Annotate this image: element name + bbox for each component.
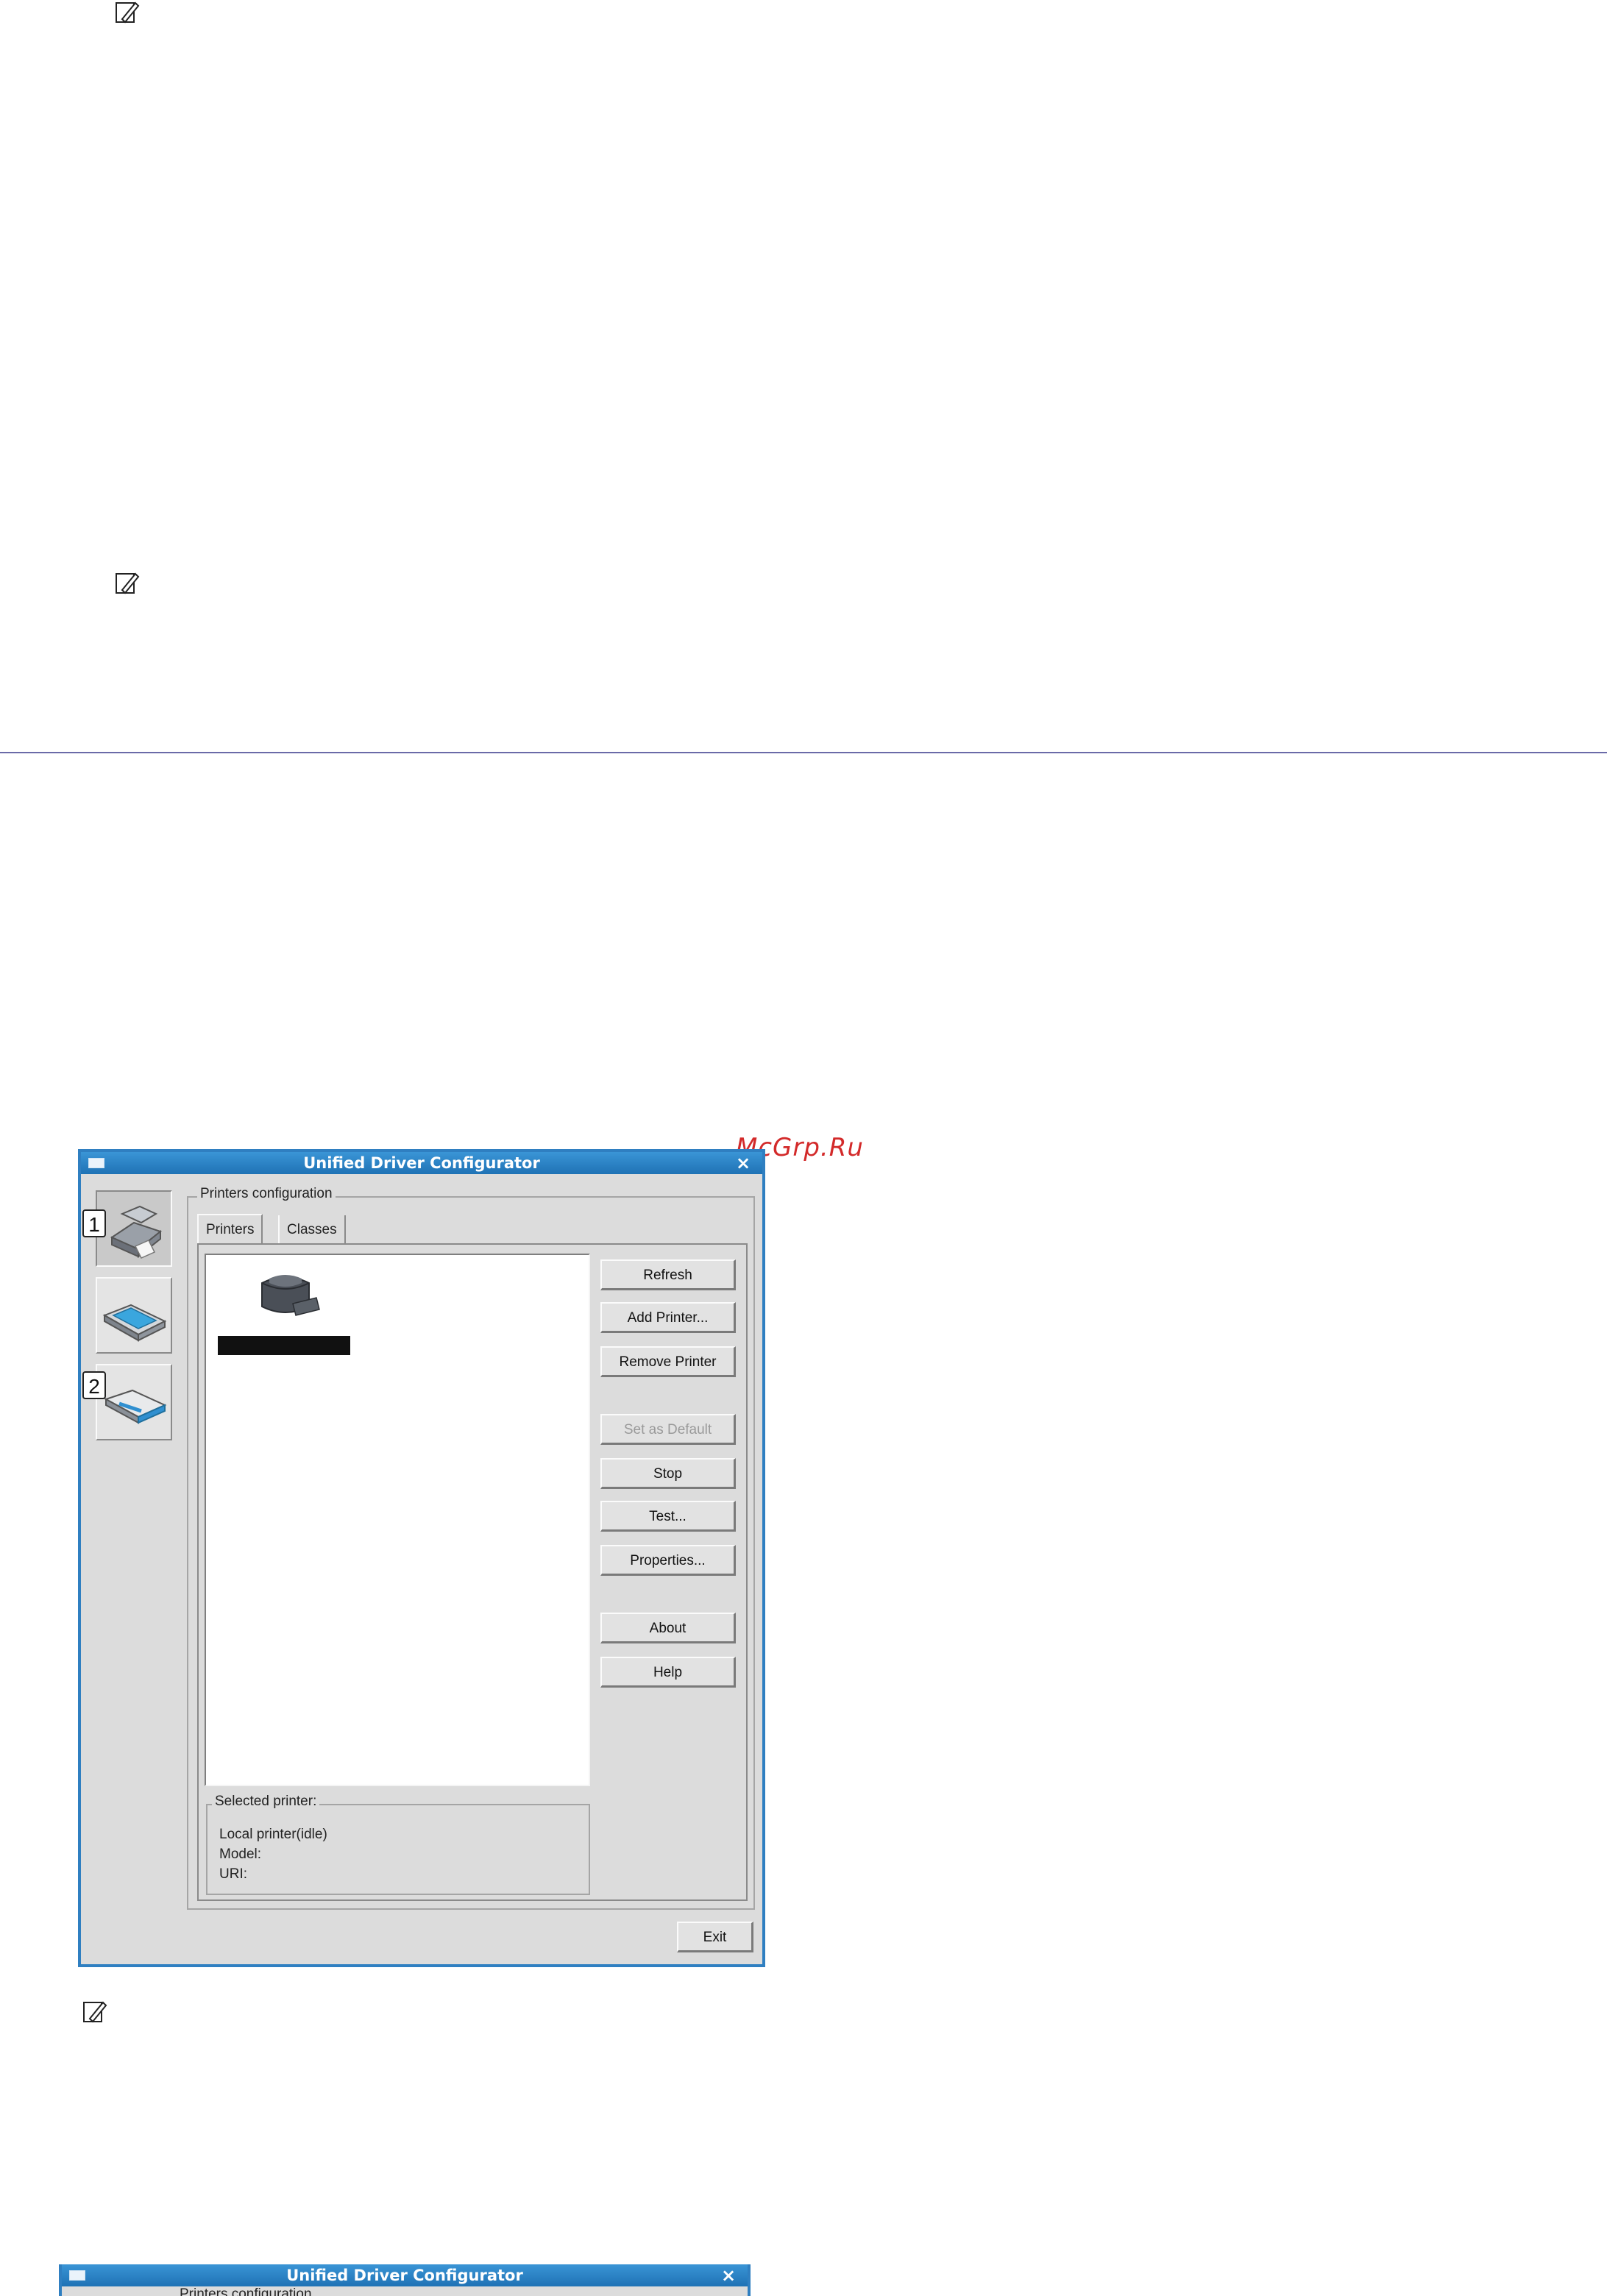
selected-printer-model: Model:	[219, 1847, 262, 1862]
second-window-group-label: Printers configuration	[180, 2286, 312, 2296]
section-divider	[0, 752, 1607, 753]
properties-button[interactable]: Properties...	[600, 1545, 736, 1576]
printer-list-item[interactable]	[212, 1261, 350, 1355]
scanners-configuration-button[interactable]	[96, 1277, 172, 1354]
second-configurator-window: Unified Driver Configurator × Printers c…	[59, 2264, 751, 2296]
second-window-menu-icon[interactable]	[69, 2270, 85, 2281]
second-window-title: Unified Driver Configurator	[286, 2267, 523, 2284]
about-button[interactable]: About	[600, 1613, 736, 1643]
note-icon	[116, 572, 140, 594]
remove-printer-button[interactable]: Remove Printer	[600, 1346, 736, 1377]
printers-configuration-button[interactable]	[96, 1190, 172, 1267]
set-as-default-button[interactable]: Set as Default	[600, 1414, 736, 1445]
window-titlebar[interactable]: Unified Driver Configurator ×	[81, 1152, 762, 1174]
note-icon	[83, 2001, 107, 2023]
port-icon	[104, 1389, 167, 1424]
callout-number-2: 2	[82, 1371, 106, 1399]
refresh-button[interactable]: Refresh	[600, 1259, 736, 1290]
add-printer-button[interactable]: Add Printer...	[600, 1302, 736, 1333]
help-button[interactable]: Help	[600, 1657, 736, 1688]
close-icon[interactable]: ×	[734, 1152, 752, 1174]
printer-icon	[261, 1275, 320, 1316]
callout-number-1: 1	[82, 1209, 106, 1237]
selected-printer-info: Local printer(idle) Model: URI:	[219, 1824, 327, 1884]
exit-button[interactable]: Exit	[677, 1922, 753, 1952]
selected-printer-label: Selected printer:	[212, 1794, 320, 1810]
printer-icon	[110, 1205, 163, 1259]
selected-printer-uri: URI:	[219, 1866, 247, 1882]
window-title: Unified Driver Configurator	[303, 1154, 540, 1172]
tab-printers[interactable]: Printers	[197, 1214, 263, 1243]
note-icon	[116, 1, 140, 24]
selected-printer-status: Local printer(idle)	[219, 1827, 327, 1842]
test-button[interactable]: Test...	[600, 1501, 736, 1532]
printer-name-redacted	[218, 1336, 350, 1355]
second-window-titlebar[interactable]: Unified Driver Configurator ×	[62, 2264, 748, 2286]
scanner-icon	[102, 1304, 167, 1342]
ports-configuration-button[interactable]	[96, 1364, 172, 1440]
close-icon[interactable]: ×	[720, 2264, 737, 2286]
stop-button[interactable]: Stop	[600, 1458, 736, 1489]
tab-classes[interactable]: Classes	[278, 1215, 346, 1245]
printers-configuration-label: Printers configuration	[197, 1186, 336, 1202]
window-menu-icon[interactable]	[88, 1158, 104, 1168]
printer-list[interactable]	[205, 1254, 590, 1786]
